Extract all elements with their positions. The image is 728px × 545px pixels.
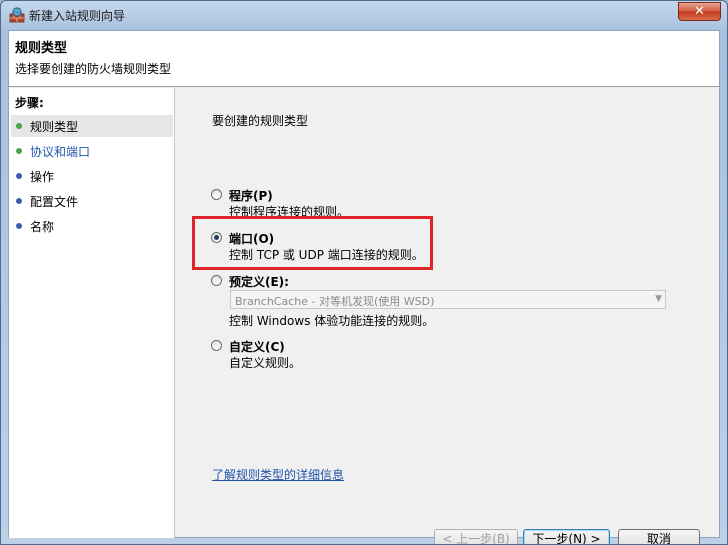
steps-heading: 步骤: bbox=[15, 96, 44, 110]
learn-more-link[interactable]: 了解规则类型的详细信息 bbox=[212, 466, 344, 483]
steps-pane: 步骤: 规则类型 协议和端口 操作 配置文件 名称 bbox=[9, 88, 175, 538]
predefined-select[interactable]: BranchCache - 对等机发现(使用 WSD) ▼ bbox=[230, 290, 666, 309]
option-predefined-label[interactable]: 预定义(E): bbox=[229, 273, 289, 290]
page-subtitle: 选择要创建的防火墙规则类型 bbox=[15, 62, 172, 76]
radio-program[interactable] bbox=[211, 189, 222, 200]
close-icon: ✕ bbox=[694, 4, 705, 19]
step-profile[interactable]: 配置文件 bbox=[11, 190, 173, 212]
page-title: 规则类型 bbox=[15, 41, 68, 56]
step-status-dot bbox=[16, 173, 22, 179]
step-label: 名称 bbox=[30, 220, 55, 234]
chevron-down-icon: ▼ bbox=[655, 294, 662, 304]
step-name[interactable]: 名称 bbox=[11, 215, 173, 237]
option-port-label[interactable]: 端口(O) bbox=[229, 230, 274, 247]
option-predefined-desc: 控制 Windows 体验功能连接的规则。 bbox=[229, 314, 435, 328]
window-title: 新建入站规则向导 bbox=[29, 9, 126, 23]
radio-custom[interactable] bbox=[211, 340, 222, 351]
step-action[interactable]: 操作 bbox=[11, 165, 173, 187]
step-label: 协议和端口 bbox=[30, 145, 91, 159]
step-status-dot bbox=[16, 198, 22, 204]
step-status-dot bbox=[16, 223, 22, 229]
title-bar[interactable]: 新建入站规则向导 ✕ bbox=[1, 1, 727, 29]
back-button[interactable]: < 上一步(B) bbox=[434, 529, 518, 544]
option-port-desc: 控制 TCP 或 UDP 端口连接的规则。 bbox=[229, 248, 424, 262]
step-status-dot bbox=[16, 148, 22, 154]
wizard-header: 规则类型 选择要创建的防火墙规则类型 bbox=[9, 31, 719, 87]
predefined-select-value: BranchCache - 对等机发现(使用 WSD) bbox=[235, 295, 435, 308]
step-label: 配置文件 bbox=[30, 195, 79, 209]
radio-predefined[interactable] bbox=[211, 275, 222, 286]
wizard-client: 规则类型 选择要创建的防火墙规则类型 步骤: 规则类型 协议和端口 操作 配置文… bbox=[8, 30, 720, 544]
firewall-icon bbox=[9, 7, 25, 23]
step-protocol-ports[interactable]: 协议和端口 bbox=[11, 140, 173, 162]
close-button[interactable]: ✕ bbox=[678, 2, 721, 21]
option-program-label[interactable]: 程序(P) bbox=[229, 187, 273, 204]
step-label: 规则类型 bbox=[30, 120, 79, 134]
step-label: 操作 bbox=[30, 170, 55, 184]
radio-port[interactable] bbox=[211, 232, 222, 243]
wizard-window: 新建入站规则向导 ✕ 规则类型 选择要创建的防火墙规则类型 步骤: 规则类型 协… bbox=[0, 0, 728, 545]
rule-type-prompt: 要创建的规则类型 bbox=[212, 114, 309, 128]
wizard-content: 要创建的规则类型 程序(P) 控制程序连接的规则。 端口(O) 控制 TCP 或… bbox=[176, 88, 719, 544]
step-status-dot bbox=[16, 123, 22, 129]
option-custom-label[interactable]: 自定义(C) bbox=[229, 338, 285, 355]
next-button[interactable]: 下一步(N) > bbox=[523, 529, 610, 544]
option-custom-desc: 自定义规则。 bbox=[229, 356, 302, 370]
step-rule-type[interactable]: 规则类型 bbox=[11, 115, 173, 137]
cancel-button[interactable]: 取消 bbox=[618, 529, 700, 544]
